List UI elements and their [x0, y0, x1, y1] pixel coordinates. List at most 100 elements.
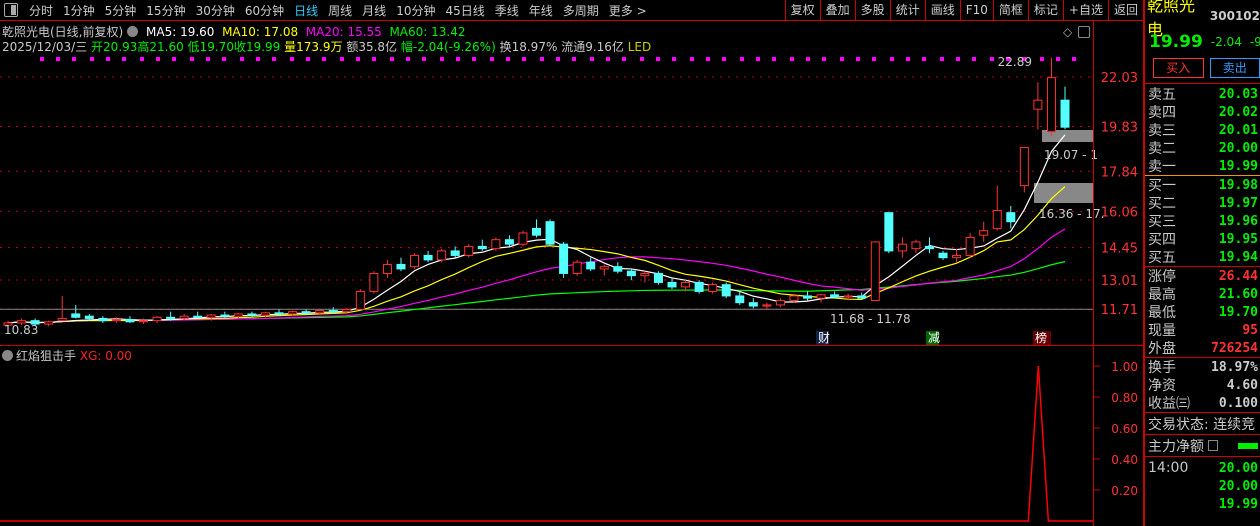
row-value: 20.00 — [1218, 478, 1258, 494]
candle-body — [518, 232, 528, 245]
candle-body — [1019, 146, 1029, 187]
candle-body — [125, 319, 135, 323]
tool-button[interactable]: +自选 — [1062, 0, 1108, 20]
bids-row: 买一 19.98 — [1145, 176, 1260, 195]
min-price-label: 10.83 — [4, 323, 38, 337]
y-tick-label: 11.71 — [1101, 303, 1138, 318]
indicator-name[interactable]: 红焰狙击手 — [16, 349, 76, 363]
candle-body — [870, 241, 880, 301]
bids-row: 买二 19.97 — [1145, 194, 1260, 213]
period-tab[interactable]: 15分钟 — [141, 2, 190, 19]
period-tab[interactable]: 10分钟 — [391, 2, 440, 19]
row-value: 20.00 — [1218, 140, 1258, 156]
period-tab[interactable]: 多周期 — [558, 2, 604, 19]
y-tick-label: 14.45 — [1101, 242, 1138, 257]
indicator-tick-label: 0.40 — [1111, 453, 1138, 467]
row-label: 换手 — [1148, 360, 1176, 376]
sell-button[interactable]: 卖出 — [1209, 58, 1260, 78]
period-tab[interactable]: 30分钟 — [191, 2, 240, 19]
indicator-tick-label: 1.00 — [1111, 360, 1138, 374]
indicator-tick-label: 0.80 — [1111, 391, 1138, 405]
period-tab[interactable]: 45日线 — [440, 2, 489, 19]
candle-body — [843, 295, 853, 298]
signal-dot — [640, 57, 644, 61]
row-label: 最高 — [1148, 287, 1176, 303]
panel-icon[interactable] — [1078, 26, 1090, 38]
row-label: 现量 — [1148, 323, 1176, 339]
period-tab[interactable]: 5分钟 — [100, 2, 142, 19]
tool-button[interactable]: 返回 — [1107, 0, 1143, 20]
ma5-label: MA5: 19.60 — [146, 25, 215, 39]
trade-status: 交易状态: 连续竞 — [1145, 412, 1260, 434]
signal-dot — [240, 57, 244, 61]
indicator-toggle-icon[interactable] — [2, 350, 13, 361]
signal-dot — [272, 57, 276, 61]
row-label: 外盘 — [1148, 341, 1176, 357]
tool-button[interactable]: 统计 — [889, 0, 925, 20]
bids-row: 买三 19.96 — [1145, 212, 1260, 231]
stats1-row: 外盘 726254 — [1145, 339, 1260, 358]
period-tab[interactable]: 分时 — [24, 2, 58, 19]
candle-body — [938, 252, 948, 259]
period-tab[interactable]: 月线 — [357, 2, 391, 19]
row-label: 买四 — [1148, 232, 1176, 248]
kline-chart[interactable]: 22.03 19.83 17.84 16.06 14.45 13.01 11.71 22.89… — [0, 52, 1143, 526]
ma20-label: MA20: 15.55 — [305, 25, 382, 39]
signal-dot — [906, 57, 910, 61]
signal-dot — [972, 57, 976, 61]
tool-button[interactable]: F10 — [959, 0, 993, 20]
signal-dot — [872, 57, 876, 61]
row-value: 19.96 — [1218, 213, 1258, 229]
signal-dot — [290, 57, 294, 61]
period-tab[interactable]: 1分钟 — [58, 2, 100, 19]
period-tab[interactable]: 日线 — [289, 2, 323, 19]
row-value: 19.70 — [1218, 304, 1258, 320]
row-value: 0.100 — [1218, 395, 1258, 411]
ma-toggle-icon[interactable] — [127, 26, 139, 37]
signal-dot — [422, 57, 426, 61]
candle-body — [44, 321, 54, 325]
tool-button[interactable]: 叠加 — [819, 0, 855, 20]
signal-dot — [622, 57, 626, 61]
buy-button[interactable]: 买入 — [1153, 58, 1204, 78]
candle-body — [626, 270, 636, 277]
period-tab[interactable]: 更多 > — [604, 2, 652, 19]
row-value: 19.99 — [1218, 496, 1258, 512]
signal-dot — [756, 57, 760, 61]
tool-button[interactable]: 简框 — [992, 0, 1028, 20]
asks-row: 卖三 20.01 — [1145, 121, 1260, 140]
period-tab[interactable]: 周线 — [323, 2, 357, 19]
period-tab[interactable]: 季线 — [490, 2, 524, 19]
period-toolbar: 分时 1分钟 5分钟 15分钟 30分钟 60分钟 日线 周线 月线 10分钟 45日线 季线 年线 多周… — [0, 0, 1143, 21]
candle-body — [545, 221, 555, 245]
tool-button[interactable]: 多股 — [854, 0, 890, 20]
candle-body — [694, 281, 704, 292]
indicator-value: XG: 0.00 — [79, 349, 132, 363]
candle-body — [965, 236, 975, 256]
tool-button[interactable]: 画线 — [924, 0, 960, 20]
signal-dot — [440, 57, 444, 61]
row-label: 卖五 — [1148, 87, 1176, 103]
signal-dot — [122, 57, 126, 61]
tool-button[interactable]: 复权 — [784, 0, 820, 20]
row-value: 18.97% — [1211, 359, 1258, 375]
candle-body — [98, 317, 108, 322]
list-icon[interactable] — [1208, 439, 1219, 451]
signal-dot — [322, 57, 326, 61]
candle-body — [1060, 99, 1070, 128]
diamond-icon[interactable]: ◇ — [1063, 25, 1072, 39]
candle-body — [315, 310, 325, 314]
candle-body — [423, 254, 433, 261]
tool-button[interactable]: 标记 — [1027, 0, 1063, 20]
row-label: 买二 — [1148, 196, 1176, 212]
period-tab[interactable]: 年线 — [524, 2, 558, 19]
period-tab[interactable]: 60分钟 — [240, 2, 289, 19]
signal-dot — [822, 57, 826, 61]
candle-body — [586, 261, 596, 270]
signal-dot — [256, 57, 260, 61]
signal-dot — [72, 57, 76, 61]
row-label: 买一 — [1148, 178, 1176, 194]
signal-dot — [172, 57, 176, 61]
candle-body — [532, 227, 541, 236]
panel-toggle-icon[interactable] — [4, 3, 18, 17]
